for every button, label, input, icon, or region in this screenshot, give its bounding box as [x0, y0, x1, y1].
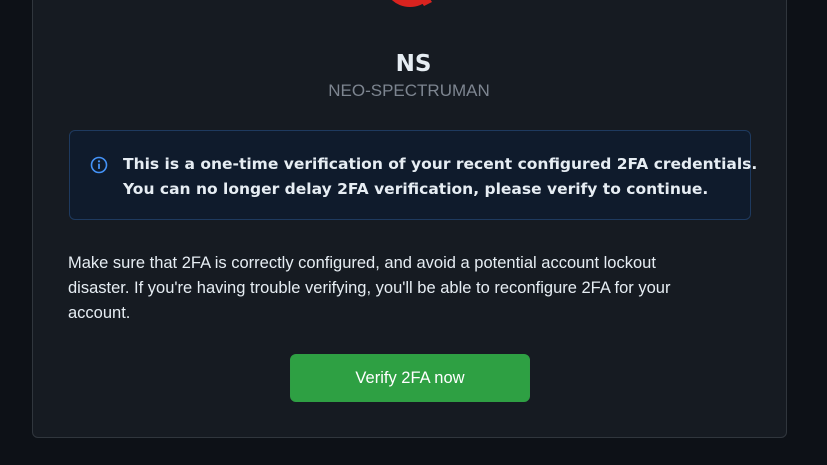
verify-2fa-button[interactable]: Verify 2FA now	[290, 354, 530, 402]
info-notice: This is a one-time verification of your …	[69, 130, 758, 220]
org-name: NS	[395, 51, 432, 77]
explanation-line-3: account.	[68, 304, 131, 322]
org-login: NEO-SPECTRUMAN	[328, 81, 490, 100]
notice-text: This is a one-time verification of your …	[123, 152, 758, 202]
notice-line-1: This is a one-time verification of your …	[123, 155, 758, 173]
explanation-text: Make sure that 2FA is correctly configur…	[68, 251, 758, 326]
explanation-line-1: Make sure that 2FA is correctly configur…	[68, 254, 656, 272]
org-logo-icon	[391, 0, 432, 7]
notice-line-2: You can no longer delay 2FA verification…	[123, 180, 709, 198]
info-icon	[90, 156, 108, 174]
explanation-line-2: disaster. If you're having trouble verif…	[68, 279, 671, 297]
org-avatar	[380, 0, 440, 36]
